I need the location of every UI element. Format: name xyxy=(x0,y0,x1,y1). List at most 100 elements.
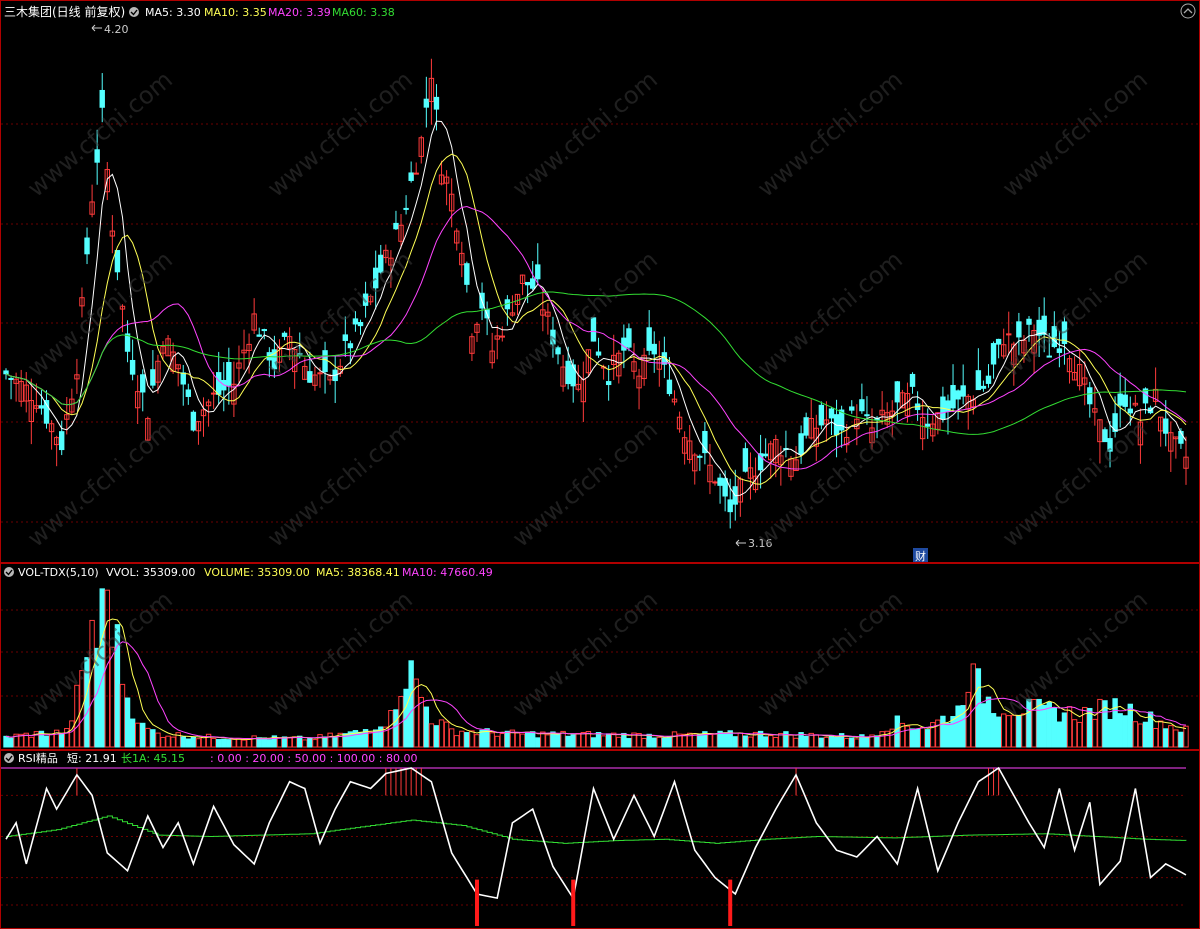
volume-bar xyxy=(914,728,921,748)
volume-bar xyxy=(216,739,222,748)
candle-body xyxy=(433,96,440,110)
candle-body xyxy=(393,222,399,230)
candle-body xyxy=(555,347,561,355)
volume-bar xyxy=(1051,707,1058,748)
volume-bar xyxy=(985,696,992,748)
candle-body xyxy=(413,172,419,175)
volume-bar xyxy=(762,736,769,748)
volume-bar xyxy=(666,736,673,748)
candle-body xyxy=(226,361,232,386)
volume-bar xyxy=(464,732,470,748)
candle-body xyxy=(317,372,323,375)
candle-body xyxy=(94,149,100,163)
volume-bar xyxy=(94,647,100,748)
legend-rsi-long: 长1A: 45.15 xyxy=(121,752,185,765)
candle-body xyxy=(210,392,217,395)
candle-body xyxy=(403,207,409,210)
rsi-header: RSI精品 短: 21.91 长1A: 45.15 : 0.00 : 20.00… xyxy=(4,751,417,765)
candle-body xyxy=(1127,408,1133,414)
candle-body xyxy=(1016,321,1022,338)
candle-body xyxy=(697,455,703,458)
candle-body xyxy=(180,372,186,385)
candle-body xyxy=(1046,355,1052,358)
volume-bar xyxy=(423,706,430,748)
rsi-title: RSI精品 xyxy=(18,752,58,765)
volume-bar xyxy=(995,716,1002,748)
candle-body xyxy=(84,237,90,255)
candle-body xyxy=(646,327,652,351)
candle-body xyxy=(3,370,9,375)
candle-body xyxy=(666,379,673,395)
candle-body xyxy=(717,477,723,486)
candle-body xyxy=(185,389,192,397)
candle-body xyxy=(307,371,313,383)
volume-bar xyxy=(864,737,870,748)
volume-bar xyxy=(1122,715,1128,748)
legend-vol-ma10: MA10: 47660.49 xyxy=(402,566,493,579)
candle-body xyxy=(590,317,597,342)
volume-bar xyxy=(1016,714,1022,748)
volume-bar xyxy=(940,715,946,748)
volume-settings-icon[interactable] xyxy=(4,567,14,577)
volume-bar xyxy=(732,736,738,748)
price-settings-icon[interactable] xyxy=(129,7,139,17)
volume-bar xyxy=(975,668,982,748)
volume-bar xyxy=(393,709,399,748)
volume-bar xyxy=(3,735,9,748)
volume-bar xyxy=(833,736,840,748)
candle-body xyxy=(357,322,364,327)
candle-body xyxy=(950,385,956,409)
candle-body xyxy=(565,360,571,385)
candle-body xyxy=(990,343,997,365)
volume-bar xyxy=(621,732,627,748)
volume-bar xyxy=(570,734,576,748)
volume-bar xyxy=(190,736,197,748)
volume-bar xyxy=(150,729,156,748)
candle-body xyxy=(1107,438,1113,452)
candle-body xyxy=(570,364,576,387)
candle-body xyxy=(59,431,65,451)
candle-body xyxy=(281,332,288,337)
volume-bar xyxy=(909,728,916,748)
volume-bar xyxy=(661,737,668,748)
candle-body xyxy=(524,281,531,286)
rsi-settings-icon[interactable] xyxy=(4,753,14,763)
volume-bar xyxy=(894,715,901,748)
candle-body xyxy=(859,399,865,412)
candle-body xyxy=(985,375,992,384)
candle-body xyxy=(1102,429,1108,443)
stock-chart[interactable]: 三木集团(日线 前复权) MA5: 3.30 MA10: 3.35 MA20: … xyxy=(0,0,1200,929)
candle-body xyxy=(256,334,262,337)
volume-bar xyxy=(555,733,561,748)
volume-bar xyxy=(1061,712,1068,748)
candle-body xyxy=(216,372,222,395)
volume-title: VOL-TDX(5,10) xyxy=(18,566,99,579)
volume-bar xyxy=(297,735,303,748)
candle-body xyxy=(1051,326,1058,348)
candle-body xyxy=(378,254,384,273)
candle-body xyxy=(1041,315,1047,335)
volume-header: VOL-TDX(5,10) VVOL: 35309.00 VOLUME: 353… xyxy=(4,566,493,579)
candle-body xyxy=(8,377,14,380)
candle-body xyxy=(975,370,982,391)
volume-bar xyxy=(524,731,531,748)
volume-bar xyxy=(849,737,855,748)
candle-body xyxy=(261,329,267,332)
candle-body xyxy=(626,328,632,348)
volume-bar xyxy=(433,725,440,748)
candle-body xyxy=(1087,387,1093,405)
legend-vol-ma5: MA5: 38368.41 xyxy=(316,566,400,579)
candle-body xyxy=(909,373,916,387)
volume-bar xyxy=(221,738,227,748)
volume-bar xyxy=(1117,713,1123,748)
volume-bar xyxy=(114,624,121,748)
high-label: 4.20 xyxy=(104,23,129,36)
candle-body xyxy=(464,263,470,285)
candle-body xyxy=(828,408,835,419)
low-label: 3.16 xyxy=(748,537,773,550)
candle-body xyxy=(190,411,197,431)
candle-body xyxy=(362,293,369,306)
volume-bar xyxy=(1112,698,1118,748)
volume-bar xyxy=(828,734,835,748)
volume-bar xyxy=(818,737,825,748)
